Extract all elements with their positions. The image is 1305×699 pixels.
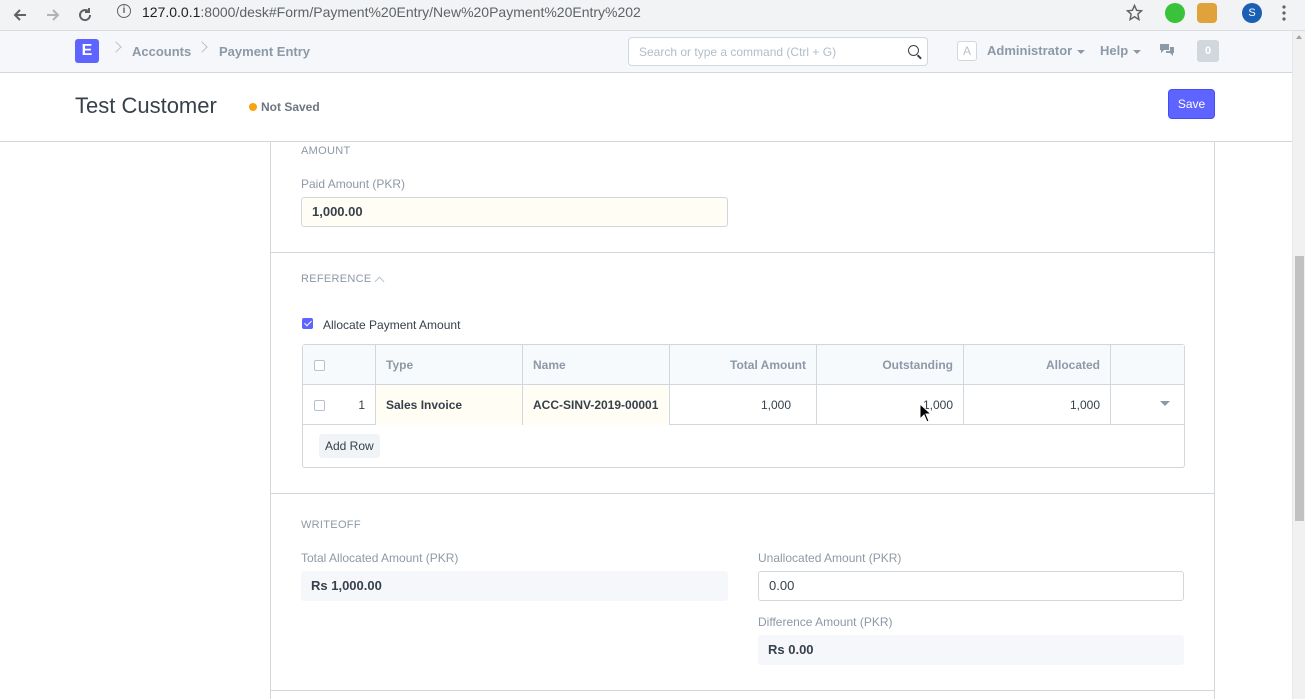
scroll-up-arrow-icon[interactable] <box>1296 35 1302 39</box>
status-text: Not Saved <box>261 100 320 114</box>
save-button[interactable]: Save <box>1168 89 1215 119</box>
unallocated-input[interactable]: 0.00 <box>758 571 1184 601</box>
reload-icon[interactable] <box>72 2 98 28</box>
help-menu[interactable]: Help <box>1100 43 1142 58</box>
breadcrumb-chevron-icon <box>110 41 122 53</box>
row-select-cell: 1 <box>303 385 376 425</box>
row-index: 1 <box>358 398 365 412</box>
column-header-type: Type <box>376 345 523 385</box>
section-heading-writeoff: WRITEOFF <box>301 519 361 531</box>
column-header-outstanding: Outstanding <box>817 345 964 385</box>
cell-total-amount[interactable]: 1,000 <box>670 385 817 425</box>
paid-amount-input[interactable]: 1,000.00 <box>301 197 728 227</box>
page-title: Test Customer <box>75 93 217 118</box>
url-path: :8000/desk#Form/Payment%20Entry/New%20Pa… <box>200 4 641 20</box>
breadcrumb-payment-entry[interactable]: Payment Entry <box>219 44 310 59</box>
status-dot <box>249 103 257 111</box>
mouse-cursor-icon <box>919 402 933 423</box>
user-menu-label: Administrator <box>987 43 1073 58</box>
user-avatar[interactable]: A <box>957 41 977 61</box>
section-heading-reference[interactable]: REFERENCE <box>301 273 372 285</box>
difference-label: Difference Amount (PKR) <box>758 615 893 629</box>
row-edit-caret-icon[interactable] <box>1160 401 1170 406</box>
notifications-badge[interactable]: 0 <box>1197 40 1219 62</box>
page-scrollbar[interactable] <box>1292 31 1305 699</box>
search-input[interactable] <box>629 38 889 65</box>
section-divider <box>271 493 1214 494</box>
app-navbar: E Accounts Payment Entry A Administrator… <box>0 31 1292 73</box>
awesome-bar[interactable] <box>628 37 928 66</box>
cell-name[interactable]: ACC-SINV-2019-00001 <box>523 385 670 425</box>
caret-down-icon <box>1077 49 1086 54</box>
grid-select-all-cell <box>303 345 376 385</box>
extension-orange-icon[interactable] <box>1197 3 1217 23</box>
browser-toolbar: i 127.0.0.1:8000/desk#Form/Payment%20Ent… <box>0 0 1305 31</box>
total-allocated-label: Total Allocated Amount (PKR) <box>301 551 459 565</box>
chevron-up-icon[interactable] <box>374 276 385 287</box>
form-layout: AMOUNT Paid Amount (PKR) 1,000.00 REFERE… <box>270 142 1215 699</box>
section-divider <box>271 252 1214 253</box>
address-bar[interactable]: 127.0.0.1:8000/desk#Form/Payment%20Entry… <box>142 4 641 20</box>
help-menu-label: Help <box>1100 43 1129 58</box>
cell-allocated[interactable]: 1,000 <box>964 385 1111 425</box>
section-divider <box>271 690 1214 691</box>
paid-amount-label: Paid Amount (PKR) <box>301 177 406 191</box>
app-logo[interactable]: E <box>75 39 99 63</box>
extension-green-icon[interactable] <box>1165 3 1185 23</box>
column-header-allocated: Allocated <box>964 345 1111 385</box>
breadcrumb-chevron-icon <box>196 41 208 53</box>
difference-value: Rs 0.00 <box>758 635 1184 665</box>
add-row-button[interactable]: Add Row <box>319 434 380 458</box>
site-info-icon[interactable]: i <box>117 4 131 18</box>
grid-header-row: Type Name Total Amount Outstanding Alloc… <box>303 345 1184 385</box>
page-head: Test Customer Not Saved Save <box>0 73 1292 142</box>
total-allocated-value: Rs 1,000.00 <box>301 571 728 601</box>
unallocated-label: Unallocated Amount (PKR) <box>758 551 902 565</box>
cell-outstanding[interactable]: 1,000 <box>817 385 964 425</box>
table-row[interactable]: 1 Sales Invoice ACC-SINV-2019-00001 1,00… <box>303 385 1184 425</box>
allocate-payment-checkbox[interactable] <box>302 318 313 329</box>
column-header-total-amount: Total Amount <box>670 345 817 385</box>
back-arrow-icon[interactable] <box>7 2 33 28</box>
breadcrumb-accounts[interactable]: Accounts <box>132 44 191 59</box>
search-icon <box>908 45 919 56</box>
row-checkbox[interactable] <box>314 400 325 411</box>
status-indicator: Not Saved <box>249 100 320 114</box>
profile-avatar[interactable]: S <box>1242 3 1262 23</box>
user-menu[interactable]: Administrator <box>987 43 1086 58</box>
url-host: 127.0.0.1 <box>142 4 201 20</box>
cell-type[interactable]: Sales Invoice <box>376 385 523 425</box>
references-grid: Type Name Total Amount Outstanding Alloc… <box>302 344 1185 468</box>
browser-menu-icon[interactable] <box>1282 5 1286 26</box>
forward-arrow-icon[interactable] <box>40 2 66 28</box>
bookmark-star-icon[interactable] <box>1125 3 1144 26</box>
section-heading-amount: AMOUNT <box>301 145 351 157</box>
select-all-checkbox[interactable] <box>314 360 325 371</box>
caret-down-icon <box>1133 49 1142 54</box>
chat-icon[interactable] <box>1159 43 1175 57</box>
scrollbar-thumb[interactable] <box>1295 256 1304 521</box>
column-header-name: Name <box>523 345 670 385</box>
allocate-payment-label[interactable]: Allocate Payment Amount <box>323 318 460 332</box>
